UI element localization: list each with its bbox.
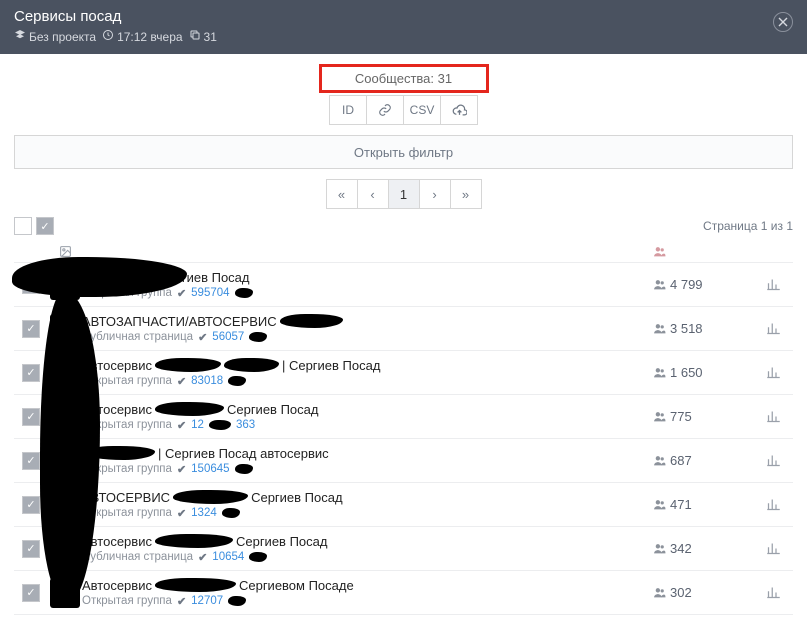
stats-button[interactable] <box>753 365 793 380</box>
clock-icon <box>102 29 114 44</box>
row-subtitle: Открытая группа ✔ 595704 <box>82 287 653 300</box>
row-subtitle: Открытая группа ✔ 83018 <box>82 375 653 388</box>
avatar <box>50 402 80 432</box>
row-title[interactable]: Автосервис| Сергиев Посад <box>82 358 653 373</box>
row-checkbox[interactable]: ✓ <box>22 584 40 602</box>
row-checkbox[interactable]: ✓ <box>22 496 40 514</box>
stats-button[interactable] <box>753 585 793 600</box>
stats-button[interactable] <box>753 541 793 556</box>
export-id-button[interactable]: ID <box>329 95 367 125</box>
copy-icon <box>189 29 201 44</box>
export-cloud-button[interactable] <box>440 95 478 125</box>
stats-button[interactable] <box>753 321 793 336</box>
close-button[interactable] <box>773 12 793 32</box>
members-count: 1 650 <box>653 365 753 380</box>
row-subtitle: Открытая группа ✔ 150645 <box>82 463 653 476</box>
row-title[interactable]: АвтосервисСергиев Посад <box>82 402 653 417</box>
stats-button[interactable] <box>753 497 793 512</box>
row-title[interactable]: АВТОЗАПЧАСТИ/АВТОСЕРВИС <box>82 314 653 329</box>
members-count: 342 <box>653 541 753 556</box>
avatar <box>50 314 80 344</box>
project-chip[interactable]: Без проекта <box>14 29 96 44</box>
row-subtitle: Публичная страница ✔ 56057 <box>82 331 653 344</box>
avatar <box>50 446 80 476</box>
page-title: Сервисы посад <box>14 8 793 25</box>
pager-last[interactable]: » <box>450 179 482 209</box>
app-header: Сервисы посад Без проекта 17:12 вчера 31 <box>0 0 807 54</box>
vk-icon: ✔ <box>177 595 186 608</box>
export-buttons: ID CSV <box>14 95 793 125</box>
page-indicator: Страница 1 из 1 <box>703 219 793 233</box>
select-page-checkbox[interactable]: ✓ <box>36 217 54 235</box>
row-subtitle: Открытая группа ✔ 12707 <box>82 595 653 608</box>
pager-first[interactable]: « <box>326 179 358 209</box>
row-title[interactable]: Сергиев Посад <box>82 270 653 285</box>
communities-count: Сообщества: 31 <box>319 64 489 93</box>
row-checkbox[interactable]: ✓ <box>22 276 40 294</box>
select-all-checkbox[interactable] <box>14 217 32 235</box>
vk-icon: ✔ <box>177 287 186 300</box>
table-head <box>14 241 793 263</box>
pager-page-1[interactable]: 1 <box>388 179 420 209</box>
members-count: 4 799 <box>653 277 753 292</box>
row-checkbox[interactable]: ✓ <box>22 364 40 382</box>
export-link-button[interactable] <box>366 95 404 125</box>
stats-button[interactable] <box>753 277 793 292</box>
row-checkbox[interactable]: ✓ <box>22 320 40 338</box>
vk-icon: ✔ <box>177 375 186 388</box>
link-icon <box>378 103 392 117</box>
count-chip: 31 <box>189 29 217 44</box>
pager: « ‹ 1 › » <box>14 179 793 209</box>
cloud-upload-icon <box>452 103 467 118</box>
vk-icon: ✔ <box>177 419 186 432</box>
row-subtitle: Открытая группа ✔ 12363 <box>82 419 653 432</box>
table-row: ✓ | Сергиев Посад автосервис Открытая гр… <box>14 439 793 483</box>
stats-button[interactable] <box>753 409 793 424</box>
pager-prev[interactable]: ‹ <box>357 179 389 209</box>
row-title[interactable]: АвтосервисСергиевом Посаде <box>82 578 653 593</box>
head-members-icon <box>653 245 753 258</box>
table-row: ✓ АвтосервисСергиев Посад Публичная стра… <box>14 527 793 571</box>
members-count: 687 <box>653 453 753 468</box>
members-count: 3 518 <box>653 321 753 336</box>
members-count: 775 <box>653 409 753 424</box>
avatar <box>50 358 80 388</box>
stack-icon <box>14 29 26 44</box>
main-area: Сообщества: 31 ID CSV Открыть фильтр « ‹… <box>0 54 807 625</box>
vk-icon: ✔ <box>198 331 207 344</box>
header-meta: Без проекта 17:12 вчера 31 <box>14 29 793 44</box>
vk-icon: ✔ <box>177 507 186 520</box>
head-image-icon <box>48 245 82 258</box>
members-count: 471 <box>653 497 753 512</box>
results-table: ✓ Сергиев Посад Открытая группа ✔ 595704… <box>14 241 793 615</box>
row-checkbox[interactable]: ✓ <box>22 540 40 558</box>
select-row: ✓ Страница 1 из 1 <box>14 217 793 235</box>
members-count: 302 <box>653 585 753 600</box>
row-checkbox[interactable]: ✓ <box>22 452 40 470</box>
row-title[interactable]: | Сергиев Посад автосервис <box>82 446 653 461</box>
table-row: ✓ Сергиев Посад Открытая группа ✔ 595704… <box>14 263 793 307</box>
table-row: ✓ АВТОЗАПЧАСТИ/АВТОСЕРВИС Публичная стра… <box>14 307 793 351</box>
stats-button[interactable] <box>753 453 793 468</box>
avatar <box>50 490 80 520</box>
avatar <box>50 534 80 564</box>
open-filter-button[interactable]: Открыть фильтр <box>14 135 793 169</box>
export-csv-button[interactable]: CSV <box>403 95 441 125</box>
vk-icon: ✔ <box>177 463 186 476</box>
table-row: ✓ АвтосервисСергиевом Посаде Открытая гр… <box>14 571 793 615</box>
row-title[interactable]: АвтосервисСергиев Посад <box>82 534 653 549</box>
table-row: ✓ АВТОСЕРВИССергиев Посад Открытая групп… <box>14 483 793 527</box>
table-row: ✓ Автосервис| Сергиев Посад Открытая гру… <box>14 351 793 395</box>
table-row: ✓ АвтосервисСергиев Посад Открытая групп… <box>14 395 793 439</box>
pager-next[interactable]: › <box>419 179 451 209</box>
avatar <box>50 578 80 608</box>
close-icon <box>778 17 788 27</box>
row-subtitle: Открытая группа ✔ 1324 <box>82 507 653 520</box>
avatar <box>50 270 80 300</box>
row-checkbox[interactable]: ✓ <box>22 408 40 426</box>
time-chip: 17:12 вчера <box>102 29 182 44</box>
row-title[interactable]: АВТОСЕРВИССергиев Посад <box>82 490 653 505</box>
